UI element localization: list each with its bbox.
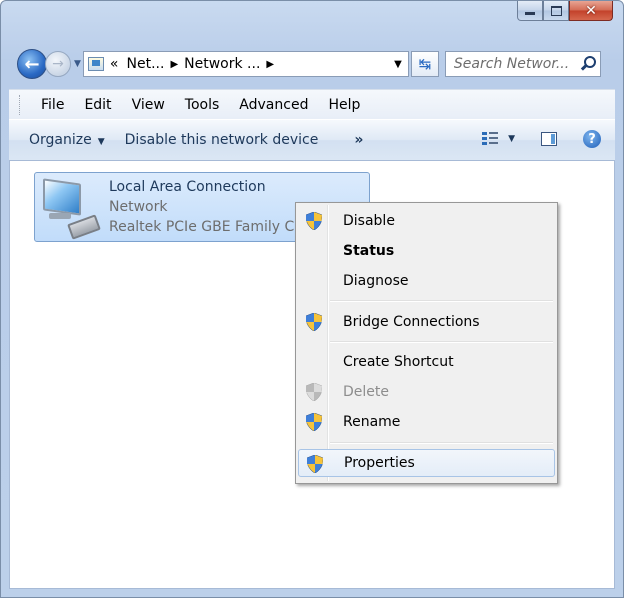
refresh-button[interactable]: ↹ <box>410 51 439 77</box>
back-arrow-icon: ← <box>24 53 40 75</box>
menu-tools[interactable]: Tools <box>175 97 230 113</box>
menu-item-label: Properties <box>344 455 415 471</box>
menu-separator <box>330 341 553 343</box>
menu-item-label: Diagnose <box>343 273 409 289</box>
context-menu: Disable Status Diagnose Bridge Connectio… <box>295 202 558 484</box>
command-bar: Organize ▼ Disable this network device » … <box>9 119 615 161</box>
uac-shield-icon <box>307 455 323 473</box>
breadcrumb-separator-icon[interactable]: ▶ <box>170 59 178 70</box>
search-placeholder: Search Networ... <box>453 56 570 72</box>
menu-item-disable[interactable]: Disable <box>298 207 555 235</box>
change-view-icon[interactable] <box>482 131 499 147</box>
menu-view[interactable]: View <box>122 97 175 113</box>
chevron-down-icon: ▼ <box>97 137 105 147</box>
network-connections-icon <box>87 57 104 71</box>
search-icon[interactable] <box>578 55 596 73</box>
breadcrumb-network-connections[interactable]: Network ... <box>184 56 260 72</box>
menu-item-bridge-connections[interactable]: Bridge Connections <box>298 308 555 336</box>
menu-item-status[interactable]: Status <box>298 237 555 265</box>
organize-button[interactable]: Organize ▼ <box>29 132 105 148</box>
network-adapter-icon <box>41 178 103 240</box>
uac-shield-icon <box>306 313 322 331</box>
minimize-button[interactable] <box>517 1 543 21</box>
adapter-device: Realtek PCIe GBE Family C <box>109 219 295 235</box>
close-button[interactable]: ✕ <box>569 1 613 21</box>
menu-item-label: Status <box>343 243 395 259</box>
menu-item-rename[interactable]: Rename <box>298 408 555 436</box>
menu-bar: File Edit View Tools Advanced Help <box>9 89 615 119</box>
help-icon[interactable]: ? <box>583 130 601 148</box>
maximize-icon <box>550 5 562 16</box>
forward-arrow-icon: → <box>52 56 64 72</box>
breadcrumb-network[interactable]: Net... <box>127 56 165 72</box>
search-input[interactable]: Search Networ... <box>444 51 601 77</box>
menu-item-label: Rename <box>343 414 401 430</box>
menu-separator <box>330 442 553 444</box>
caption-buttons: ✕ <box>517 1 613 23</box>
address-dropdown-icon[interactable]: ▼ <box>388 59 408 70</box>
preview-pane-icon[interactable] <box>541 132 557 146</box>
refresh-icon: ↹ <box>418 55 432 73</box>
adapter-type: Network <box>109 199 168 215</box>
disable-device-button[interactable]: Disable this network device <box>125 132 319 148</box>
maximize-button[interactable] <box>543 1 569 21</box>
menu-advanced[interactable]: Advanced <box>229 97 318 113</box>
breadcrumb-separator-icon[interactable]: ▶ <box>266 59 274 70</box>
more-commands-button[interactable]: » <box>354 132 363 148</box>
views-dropdown-icon[interactable]: ▼ <box>508 134 515 144</box>
back-button[interactable]: ← <box>17 49 47 79</box>
menu-separator <box>330 300 553 302</box>
recent-pages-dropdown[interactable]: ▼ <box>74 59 81 69</box>
forward-button[interactable]: → <box>45 51 71 77</box>
organize-label: Organize <box>29 132 92 148</box>
address-row: ← → ▼ « Net... ▶ Network ... ▶ ▼ ↹ Searc… <box>17 47 615 81</box>
menu-item-label: Bridge Connections <box>343 314 480 330</box>
menu-item-label: Create Shortcut <box>343 354 454 370</box>
uac-shield-icon <box>306 212 322 230</box>
uac-shield-icon <box>306 383 322 401</box>
menu-file[interactable]: File <box>31 97 74 113</box>
adapter-name: Local Area Connection <box>109 179 266 195</box>
menu-edit[interactable]: Edit <box>74 97 121 113</box>
menu-item-create-shortcut[interactable]: Create Shortcut <box>298 348 555 376</box>
menu-item-label: Delete <box>343 384 389 400</box>
breadcrumb-overflow[interactable]: « <box>110 56 119 72</box>
close-icon: ✕ <box>585 2 597 19</box>
uac-shield-icon <box>306 413 322 431</box>
minimize-icon <box>525 12 535 15</box>
menu-item-label: Disable <box>343 213 395 229</box>
menu-item-diagnose[interactable]: Diagnose <box>298 267 555 295</box>
menu-item-properties[interactable]: Properties <box>298 449 555 477</box>
menu-item-delete: Delete <box>298 378 555 406</box>
menu-grip <box>19 94 23 115</box>
menu-help[interactable]: Help <box>318 97 370 113</box>
address-bar[interactable]: « Net... ▶ Network ... ▶ ▼ <box>82 51 409 77</box>
